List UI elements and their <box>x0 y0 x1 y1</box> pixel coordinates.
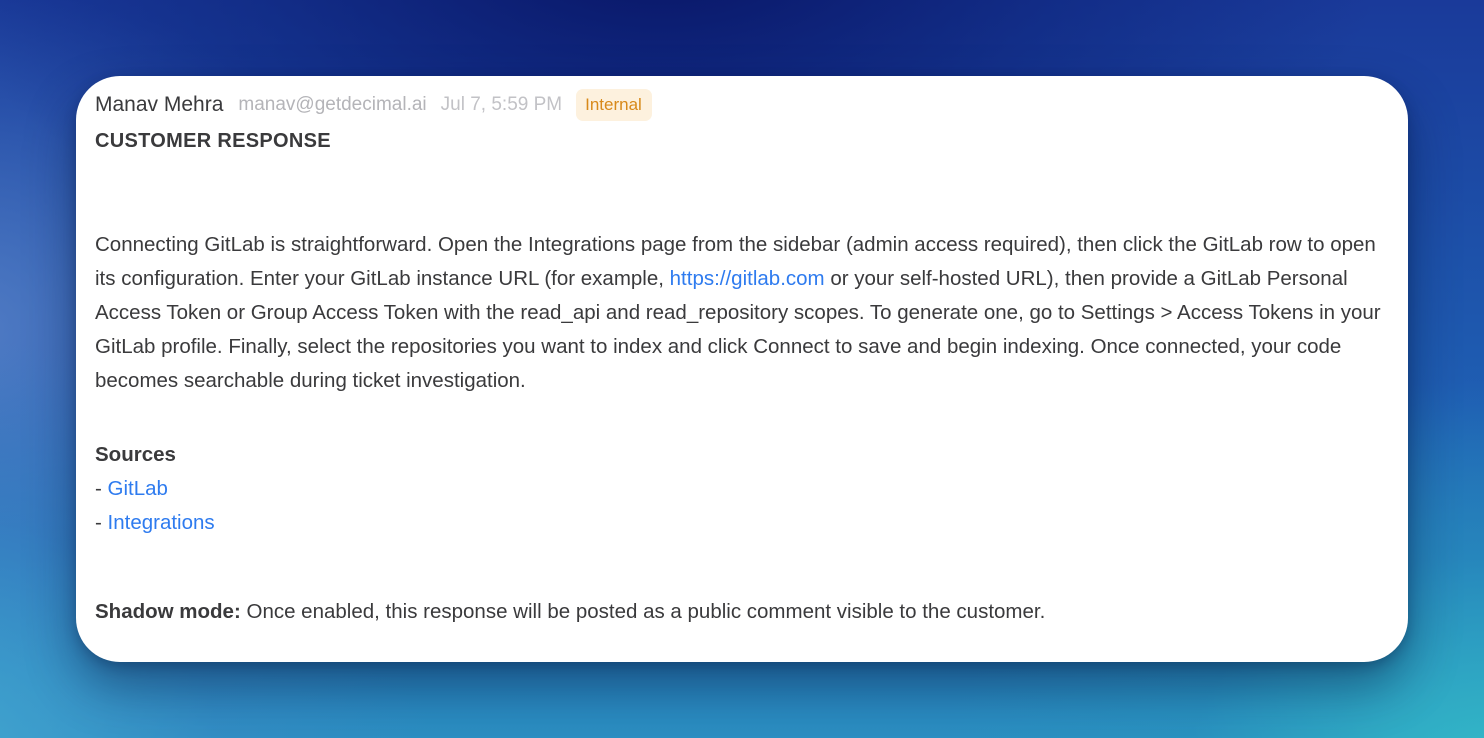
shadow-mode-text: Once enabled, this response will be post… <box>240 600 1046 623</box>
source-link-integrations[interactable]: Integrations <box>108 511 215 534</box>
shadow-mode-label: Shadow mode: <box>95 600 241 623</box>
sources-section: Sources - GitLab - Integrations <box>95 438 1388 540</box>
source-bullet: - <box>95 511 108 534</box>
source-item: - Integrations <box>95 506 1388 540</box>
message-card: Manav Mehra manav@getdecimal.ai Jul 7, 5… <box>76 76 1408 662</box>
source-link-gitlab[interactable]: GitLab <box>108 477 168 500</box>
message-timestamp: Jul 7, 5:59 PM <box>440 94 563 115</box>
shadow-mode-note: Shadow mode: Once enabled, this response… <box>95 595 1388 629</box>
message-header: Manav Mehra manav@getdecimal.ai Jul 7, 5… <box>95 89 1388 121</box>
author-name: Manav Mehra <box>95 93 224 116</box>
gitlab-url-link[interactable]: https://gitlab.com <box>670 267 825 290</box>
author-email: manav@getdecimal.ai <box>238 94 427 115</box>
section-title: CUSTOMER RESPONSE <box>95 130 331 152</box>
source-item: - GitLab <box>95 472 1388 506</box>
response-body: Connecting GitLab is straightforward. Op… <box>95 228 1395 398</box>
internal-badge: Internal <box>576 89 652 121</box>
sources-title: Sources <box>95 443 176 466</box>
source-bullet: - <box>95 477 108 500</box>
